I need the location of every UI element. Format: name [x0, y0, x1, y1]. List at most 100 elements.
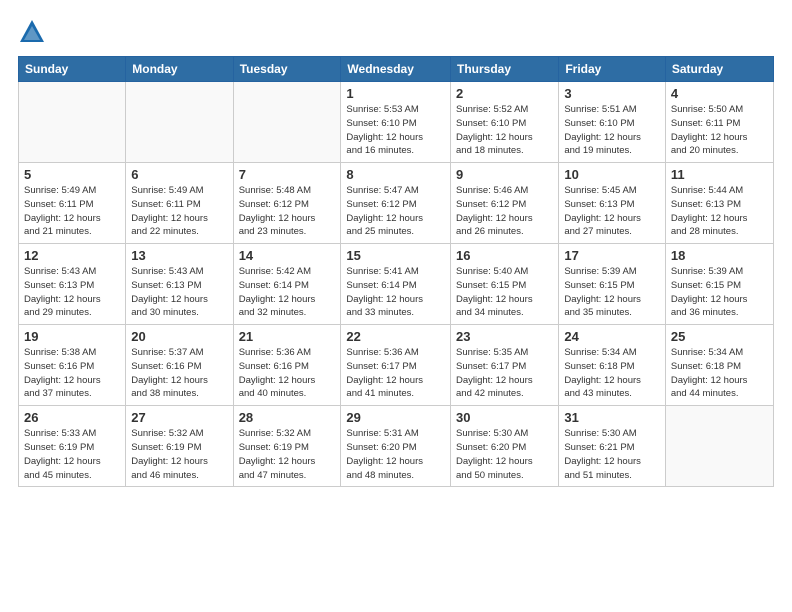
- day-info: Sunrise: 5:52 AM Sunset: 6:10 PM Dayligh…: [456, 103, 553, 158]
- day-info: Sunrise: 5:50 AM Sunset: 6:11 PM Dayligh…: [671, 103, 768, 158]
- day-info: Sunrise: 5:36 AM Sunset: 6:17 PM Dayligh…: [346, 346, 445, 401]
- calendar-cell: 28 Sunrise: 5:32 AM Sunset: 6:19 PM Dayli…: [233, 406, 341, 487]
- calendar-cell: 18Sunrise: 5:39 AM Sunset: 6:15 PM Dayli…: [665, 244, 773, 325]
- day-info: Sunrise: 5:35 AM Sunset: 6:17 PM Dayligh…: [456, 346, 553, 401]
- day-info: Sunrise: 5:38 AM Sunset: 6:16 PM Dayligh…: [24, 346, 120, 401]
- calendar-cell: 29 Sunrise: 5:31 AM Sunset: 6:20 PM Dayli…: [341, 406, 451, 487]
- day-info: Sunrise: 5:36 AM Sunset: 6:16 PM Dayligh…: [239, 346, 336, 401]
- day-number: 22: [346, 329, 445, 344]
- day-number: 5: [24, 167, 120, 182]
- calendar-cell: 17 Sunrise: 5:39 AM Sunset: 6:15 PM Dayli…: [559, 244, 666, 325]
- day-info: Sunrise: 5:34 AM Sunset: 6:18 PM Dayligh…: [564, 346, 660, 401]
- calendar-cell: 26 Sunrise: 5:33 AM Sunset: 6:19 PM Dayli…: [19, 406, 126, 487]
- day-number: 16: [456, 248, 553, 263]
- day-info: Sunrise: 5:45 AM Sunset: 6:13 PM Dayligh…: [564, 184, 660, 239]
- day-number: 14: [239, 248, 336, 263]
- day-number: 31: [564, 410, 660, 425]
- day-info: Sunrise: 5:32 AM Sunset: 6:19 PM Dayligh…: [131, 427, 227, 482]
- day-info: Sunrise: 5:39 AM Sunset: 6:15 PM Dayligh…: [671, 265, 768, 320]
- week-row-3: 12 Sunrise: 5:43 AM Sunset: 6:13 PM Dayli…: [19, 244, 774, 325]
- day-info: Sunrise: 5:49 AM Sunset: 6:11 PM Dayligh…: [24, 184, 120, 239]
- calendar-cell: 25 Sunrise: 5:34 AM Sunset: 6:18 PM Dayli…: [665, 325, 773, 406]
- day-info: Sunrise: 5:32 AM Sunset: 6:19 PM Dayligh…: [239, 427, 336, 482]
- day-info: Sunrise: 5:51 AM Sunset: 6:10 PM Dayligh…: [564, 103, 660, 158]
- calendar-cell: 7Sunrise: 5:48 AM Sunset: 6:12 PM Daylig…: [233, 163, 341, 244]
- calendar-cell: 6 Sunrise: 5:49 AM Sunset: 6:11 PM Daylig…: [126, 163, 233, 244]
- calendar-header-tuesday: Tuesday: [233, 57, 341, 82]
- day-number: 17: [564, 248, 660, 263]
- header: [18, 18, 774, 46]
- calendar-cell: 22 Sunrise: 5:36 AM Sunset: 6:17 PM Dayli…: [341, 325, 451, 406]
- logo-icon: [18, 18, 46, 46]
- calendar-cell: 31 Sunrise: 5:30 AM Sunset: 6:21 PM Dayli…: [559, 406, 666, 487]
- calendar-cell: [233, 82, 341, 163]
- calendar-cell: 14 Sunrise: 5:42 AM Sunset: 6:14 PM Dayli…: [233, 244, 341, 325]
- day-number: 15: [346, 248, 445, 263]
- day-info: Sunrise: 5:33 AM Sunset: 6:19 PM Dayligh…: [24, 427, 120, 482]
- day-number: 27: [131, 410, 227, 425]
- calendar-header-saturday: Saturday: [665, 57, 773, 82]
- calendar-cell: 27 Sunrise: 5:32 AM Sunset: 6:19 PM Dayli…: [126, 406, 233, 487]
- calendar-cell: 1 Sunrise: 5:53 AM Sunset: 6:10 PM Daylig…: [341, 82, 451, 163]
- day-number: 10: [564, 167, 660, 182]
- calendar-cell: 16 Sunrise: 5:40 AM Sunset: 6:15 PM Dayli…: [451, 244, 559, 325]
- calendar-cell: 8 Sunrise: 5:47 AM Sunset: 6:12 PM Daylig…: [341, 163, 451, 244]
- day-number: 26: [24, 410, 120, 425]
- day-number: 23: [456, 329, 553, 344]
- day-number: 12: [24, 248, 120, 263]
- day-number: 6: [131, 167, 227, 182]
- day-info: Sunrise: 5:31 AM Sunset: 6:20 PM Dayligh…: [346, 427, 445, 482]
- calendar-cell: 30Sunrise: 5:30 AM Sunset: 6:20 PM Dayli…: [451, 406, 559, 487]
- day-number: 21: [239, 329, 336, 344]
- day-info: Sunrise: 5:30 AM Sunset: 6:20 PM Dayligh…: [456, 427, 553, 482]
- calendar-cell: 9Sunrise: 5:46 AM Sunset: 6:12 PM Daylig…: [451, 163, 559, 244]
- calendar-cell: [126, 82, 233, 163]
- day-number: 29: [346, 410, 445, 425]
- week-row-1: 1 Sunrise: 5:53 AM Sunset: 6:10 PM Daylig…: [19, 82, 774, 163]
- calendar-cell: 3 Sunrise: 5:51 AM Sunset: 6:10 PM Daylig…: [559, 82, 666, 163]
- calendar: SundayMondayTuesdayWednesdayThursdayFrid…: [18, 56, 774, 487]
- week-row-2: 5 Sunrise: 5:49 AM Sunset: 6:11 PM Daylig…: [19, 163, 774, 244]
- calendar-cell: 11Sunrise: 5:44 AM Sunset: 6:13 PM Dayli…: [665, 163, 773, 244]
- day-info: Sunrise: 5:37 AM Sunset: 6:16 PM Dayligh…: [131, 346, 227, 401]
- day-number: 20: [131, 329, 227, 344]
- calendar-cell: 12Sunrise: 5:43 AM Sunset: 6:13 PM Dayli…: [19, 244, 126, 325]
- calendar-cell: 4 Sunrise: 5:50 AM Sunset: 6:11 PM Daylig…: [665, 82, 773, 163]
- calendar-header-sunday: Sunday: [19, 57, 126, 82]
- page: SundayMondayTuesdayWednesdayThursdayFrid…: [0, 0, 792, 612]
- day-number: 3: [564, 86, 660, 101]
- day-info: Sunrise: 5:43 AM Sunset: 6:13 PM Dayligh…: [131, 265, 227, 320]
- day-number: 13: [131, 248, 227, 263]
- calendar-cell: 13 Sunrise: 5:43 AM Sunset: 6:13 PM Dayli…: [126, 244, 233, 325]
- day-number: 4: [671, 86, 768, 101]
- calendar-header-thursday: Thursday: [451, 57, 559, 82]
- day-number: 9: [456, 167, 553, 182]
- day-number: 28: [239, 410, 336, 425]
- day-number: 11: [671, 167, 768, 182]
- week-row-4: 19 Sunrise: 5:38 AM Sunset: 6:16 PM Dayli…: [19, 325, 774, 406]
- logo: [18, 18, 50, 46]
- day-info: Sunrise: 5:40 AM Sunset: 6:15 PM Dayligh…: [456, 265, 553, 320]
- calendar-cell: 23 Sunrise: 5:35 AM Sunset: 6:17 PM Dayli…: [451, 325, 559, 406]
- day-info: Sunrise: 5:48 AM Sunset: 6:12 PM Dayligh…: [239, 184, 336, 239]
- calendar-cell: 24Sunrise: 5:34 AM Sunset: 6:18 PM Dayli…: [559, 325, 666, 406]
- calendar-header-wednesday: Wednesday: [341, 57, 451, 82]
- day-info: Sunrise: 5:49 AM Sunset: 6:11 PM Dayligh…: [131, 184, 227, 239]
- day-info: Sunrise: 5:39 AM Sunset: 6:15 PM Dayligh…: [564, 265, 660, 320]
- day-number: 1: [346, 86, 445, 101]
- day-info: Sunrise: 5:41 AM Sunset: 6:14 PM Dayligh…: [346, 265, 445, 320]
- day-info: Sunrise: 5:53 AM Sunset: 6:10 PM Dayligh…: [346, 103, 445, 158]
- day-number: 8: [346, 167, 445, 182]
- calendar-cell: 20 Sunrise: 5:37 AM Sunset: 6:16 PM Dayli…: [126, 325, 233, 406]
- day-number: 19: [24, 329, 120, 344]
- day-info: Sunrise: 5:30 AM Sunset: 6:21 PM Dayligh…: [564, 427, 660, 482]
- day-number: 25: [671, 329, 768, 344]
- week-row-5: 26 Sunrise: 5:33 AM Sunset: 6:19 PM Dayli…: [19, 406, 774, 487]
- calendar-cell: [19, 82, 126, 163]
- calendar-cell: [665, 406, 773, 487]
- calendar-cell: 10 Sunrise: 5:45 AM Sunset: 6:13 PM Dayli…: [559, 163, 666, 244]
- day-info: Sunrise: 5:42 AM Sunset: 6:14 PM Dayligh…: [239, 265, 336, 320]
- day-info: Sunrise: 5:34 AM Sunset: 6:18 PM Dayligh…: [671, 346, 768, 401]
- day-info: Sunrise: 5:47 AM Sunset: 6:12 PM Dayligh…: [346, 184, 445, 239]
- calendar-header-row: SundayMondayTuesdayWednesdayThursdayFrid…: [19, 57, 774, 82]
